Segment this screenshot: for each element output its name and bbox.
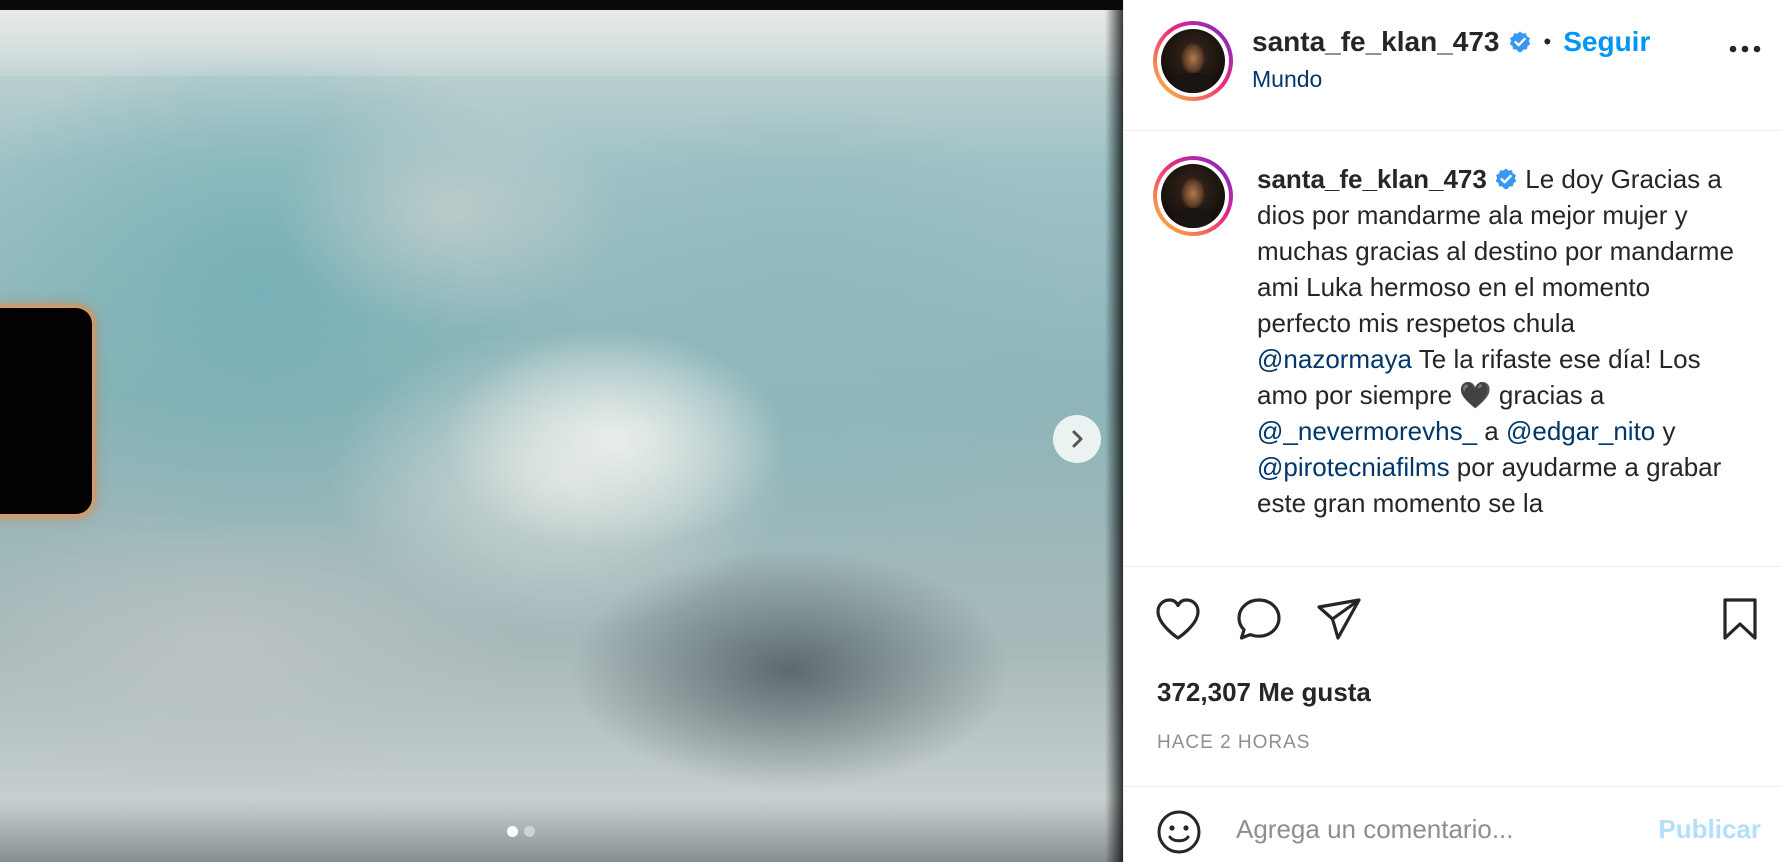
carousel-dot-active (507, 826, 518, 837)
mention-link[interactable]: @_nevermorevhs_ (1257, 416, 1477, 446)
mention-link[interactable]: @nazormaya (1257, 344, 1412, 374)
author-row: santa_fe_klan_473 • Seguir (1252, 26, 1650, 58)
carousel-dot (524, 826, 535, 837)
header-separator: • (1543, 29, 1552, 54)
heart-icon[interactable] (1154, 596, 1202, 642)
film-frame-top (0, 10, 1123, 76)
caption-body: a (1477, 416, 1506, 446)
comment-icon[interactable] (1235, 596, 1283, 642)
film-sprocket-hole (0, 308, 92, 514)
avatar-image (1161, 164, 1225, 228)
follow-button[interactable]: Seguir (1563, 26, 1650, 58)
comment-input[interactable] (1236, 809, 1636, 849)
verified-badge-icon (1509, 31, 1530, 53)
bookmark-icon[interactable] (1719, 596, 1761, 642)
add-comment-bar: Publicar (1124, 786, 1782, 862)
caption-username[interactable]: santa_fe_klan_473 (1257, 164, 1487, 194)
post-timestamp[interactable]: HACE 2 HORAS (1157, 732, 1310, 754)
post-media (0, 0, 1123, 862)
emoji-icon[interactable] (1156, 809, 1202, 855)
verified-badge-icon (1495, 168, 1517, 190)
film-frame-bottom (0, 800, 1123, 862)
mention-link[interactable]: @pirotecniafilms (1257, 452, 1450, 482)
mention-link[interactable]: @edgar_nito (1506, 416, 1655, 446)
carousel-next-button[interactable] (1053, 415, 1101, 463)
film-frame-right-edge (1105, 10, 1123, 862)
caption-section: santa_fe_klan_473 Le doy Gracias a dios … (1124, 132, 1782, 566)
author-avatar[interactable] (1153, 21, 1233, 101)
post-location[interactable]: Mundo (1252, 66, 1322, 93)
paper-plane-icon[interactable] (1315, 596, 1363, 642)
caption-author-avatar[interactable] (1153, 156, 1233, 236)
carousel-indicator (507, 826, 535, 837)
chevron-right-icon (1072, 430, 1083, 448)
avatar-image (1161, 29, 1225, 93)
author-username[interactable]: santa_fe_klan_473 (1252, 26, 1500, 58)
more-horizontal-icon[interactable] (1729, 44, 1761, 54)
publish-button[interactable]: Publicar (1658, 814, 1761, 845)
post-actions: 372,307 Me gusta HACE 2 HORAS (1124, 566, 1782, 786)
post-header: santa_fe_klan_473 • Seguir Mundo (1124, 0, 1782, 131)
likes-count[interactable]: 372,307 Me gusta (1157, 677, 1371, 708)
caption-body: y (1655, 416, 1676, 446)
post-side-panel: santa_fe_klan_473 • Seguir Mundo santa_f… (1123, 0, 1782, 862)
post-photo (0, 10, 1123, 862)
caption-text: santa_fe_klan_473 Le doy Gracias a dios … (1257, 161, 1737, 521)
